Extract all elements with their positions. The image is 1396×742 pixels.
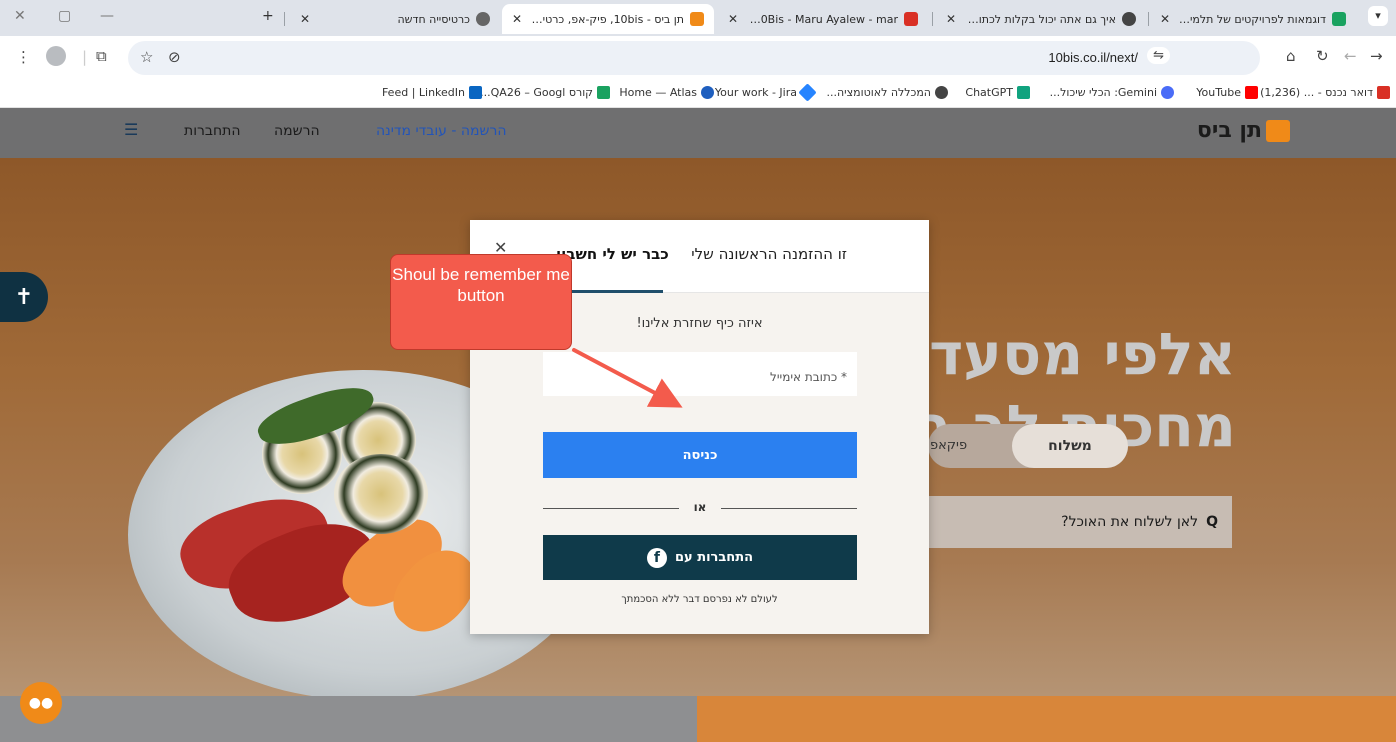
- bookmark-item[interactable]: Home — Atlas: [619, 86, 714, 99]
- tab-title: דוגמאות לפרויקטים של תלמידים: [1178, 12, 1326, 26]
- profile-avatar[interactable]: [46, 46, 66, 66]
- divider: |: [82, 48, 88, 66]
- promo-banner-right: [697, 696, 1396, 742]
- site-logo[interactable]: תן ביס: [1197, 118, 1290, 143]
- search-icon: Q: [1206, 514, 1218, 530]
- bookmark-item[interactable]: המכללה לאוטומציה...: [826, 86, 948, 99]
- close-tab-icon[interactable]: ✕: [728, 12, 738, 26]
- promo-banner-left: [0, 696, 697, 742]
- toggle-delivery[interactable]: משלוח: [1012, 424, 1128, 468]
- globe-icon: [935, 86, 948, 99]
- accessibility-icon[interactable]: ✝: [0, 272, 48, 322]
- bookmark-item[interactable]: ChatGPT: [965, 86, 1030, 99]
- accessibility-menu-icon[interactable]: ☰: [124, 120, 142, 142]
- tab-first-order[interactable]: זו ההזמנה הראשונה שלי: [691, 245, 847, 263]
- address-search-input[interactable]: לאן לשלוח את האוכל? Q: [928, 496, 1232, 548]
- forward-icon[interactable]: ←: [1344, 47, 1357, 65]
- nav-register[interactable]: הרשמה: [274, 123, 320, 139]
- chatgpt-icon: [1017, 86, 1030, 99]
- facebook-icon: f: [646, 547, 667, 568]
- toggle-pickup[interactable]: פיקאפ: [930, 438, 967, 453]
- or-divider: או: [543, 500, 857, 516]
- tab-title: תן ביס - 10bis, פיק-אפ, כרטיס תן ביס: [530, 12, 684, 26]
- gmail-icon: [1377, 86, 1390, 99]
- bookmark-item[interactable]: YouTube: [1196, 86, 1258, 99]
- close-tab-icon[interactable]: ✕: [300, 12, 310, 26]
- login-button[interactable]: כניסה: [543, 432, 857, 478]
- bookmark-item[interactable]: דואר נכנס - ... (1,236): [1260, 86, 1390, 99]
- browser-toolbar: ⋮ | ⧉ ☆ ⊘ 10bis.co.il/next/ ⇋ ⌂ ↻ ← →: [0, 36, 1396, 80]
- home-icon[interactable]: ⌂: [1286, 47, 1296, 65]
- drive-icon: [1332, 12, 1346, 26]
- nav-register-gov[interactable]: הרשמה - עובדי מדינה: [376, 123, 507, 139]
- chat-icon[interactable]: ●●: [20, 682, 62, 724]
- annotation-arrow-icon: [572, 348, 683, 408]
- nav-login[interactable]: התחברות: [184, 123, 241, 139]
- tab-title: איך גם אתה יכול בקלות לכתוב כ: [964, 12, 1116, 26]
- globe-icon: [1122, 12, 1136, 26]
- bookmark-item[interactable]: Gemini: הכלי שיכול...: [1050, 86, 1174, 99]
- bookmark-item[interactable]: Your work - Jira: [715, 83, 817, 102]
- tenbis-icon: [690, 12, 704, 26]
- close-tab-icon[interactable]: ✕: [512, 12, 522, 26]
- restore-window-icon[interactable]: ▢: [58, 8, 71, 24]
- bookmarks-bar: דואר נכנס - ... (1,236) YouTube Gemini: …: [0, 80, 1396, 108]
- chrome-icon: [476, 12, 490, 26]
- bookmark-item[interactable]: קורס QA26 – Googl...: [480, 86, 610, 99]
- new-tab-button[interactable]: +: [262, 8, 274, 24]
- address-bar[interactable]: ☆ ⊘ 10bis.co.il/next/ ⇋: [128, 41, 1260, 75]
- tab-10bis[interactable]: תן ביס - 10bis, פיק-אפ, כרטיס תן ביס ✕: [502, 4, 714, 34]
- bookmark-star-icon[interactable]: ☆: [140, 48, 153, 66]
- browser-tab-strip: ✕ ▢ — + כרטיסייה חדשה ✕ תן ביס - 10bis, …: [0, 0, 1396, 36]
- close-tab-icon[interactable]: ✕: [1160, 12, 1170, 26]
- tab-have-account[interactable]: כבר יש לי חשבון: [556, 245, 669, 263]
- gmail-icon: [904, 12, 918, 26]
- back-icon[interactable]: →: [1370, 47, 1383, 65]
- minimize-window-icon[interactable]: —: [100, 8, 114, 24]
- url-text[interactable]: 10bis.co.il/next/: [1048, 50, 1138, 65]
- page-content: תן ביס הרשמה - עובדי מדינה הרשמה התחברות…: [0, 108, 1396, 742]
- tab-gmail[interactable]: STR 10Bis - Maru Ayalew - mar ✕: [718, 4, 928, 34]
- reload-icon[interactable]: ↻: [1316, 47, 1329, 65]
- close-tab-icon[interactable]: ✕: [946, 12, 956, 26]
- site-header: תן ביס הרשמה - עובדי מדינה הרשמה התחברות…: [0, 108, 1396, 158]
- menu-icon[interactable]: ⋮: [16, 48, 31, 66]
- tab-new-tab[interactable]: כרטיסייה חדשה ✕: [290, 4, 500, 34]
- extensions-icon[interactable]: ⧉: [96, 47, 107, 65]
- gemini-icon: [1161, 86, 1174, 99]
- sushi-roll-image: [334, 454, 428, 534]
- facebook-login-button[interactable]: התחברות עם f: [543, 535, 857, 580]
- jira-icon: [798, 83, 817, 102]
- tab-drive[interactable]: דוגמאות לפרויקטים של תלמידים ✕: [1150, 4, 1356, 34]
- bookmark-item[interactable]: Feed | LinkedIn: [382, 86, 482, 99]
- eye-off-icon[interactable]: ⊘: [168, 48, 181, 66]
- annotation-callout: Shoul be remember me button: [390, 254, 572, 350]
- linkedin-icon: [469, 86, 482, 99]
- youtube-icon: [1245, 86, 1258, 99]
- drive-icon: [597, 86, 610, 99]
- close-window-icon[interactable]: ✕: [14, 8, 26, 24]
- tenbis-logo-icon: [1266, 119, 1290, 142]
- atlas-icon: [701, 86, 714, 99]
- privacy-disclaimer: לעולם לא נפרסם דבר ללא הסכמתך: [621, 594, 778, 605]
- tab-title: כרטיסייה חדשה: [397, 12, 470, 26]
- tab-title: STR 10Bis - Maru Ayalew - mar: [746, 12, 898, 26]
- tab-search-icon[interactable]: ▾: [1368, 6, 1388, 26]
- site-info-icon[interactable]: ⇋: [1147, 47, 1170, 64]
- tab-article[interactable]: איך גם אתה יכול בקלות לכתוב כ ✕: [936, 4, 1146, 34]
- active-tab-indicator: [556, 290, 663, 293]
